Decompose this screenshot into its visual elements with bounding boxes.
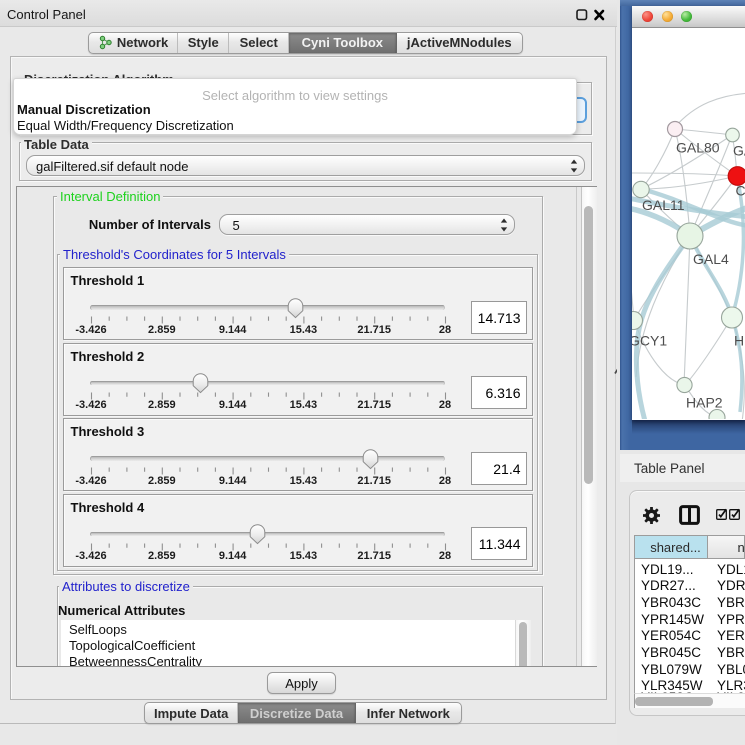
svg-text:GA: GA xyxy=(733,143,745,159)
svg-text:GAL11: GAL11 xyxy=(642,197,685,213)
svg-text:C: C xyxy=(736,183,745,199)
svg-text:GAL80: GAL80 xyxy=(676,140,720,156)
svg-text:GCY1: GCY1 xyxy=(632,332,667,348)
svg-text:GAL4: GAL4 xyxy=(693,251,729,267)
svg-text:HAP2: HAP2 xyxy=(686,394,723,410)
svg-text:H: H xyxy=(734,332,744,348)
